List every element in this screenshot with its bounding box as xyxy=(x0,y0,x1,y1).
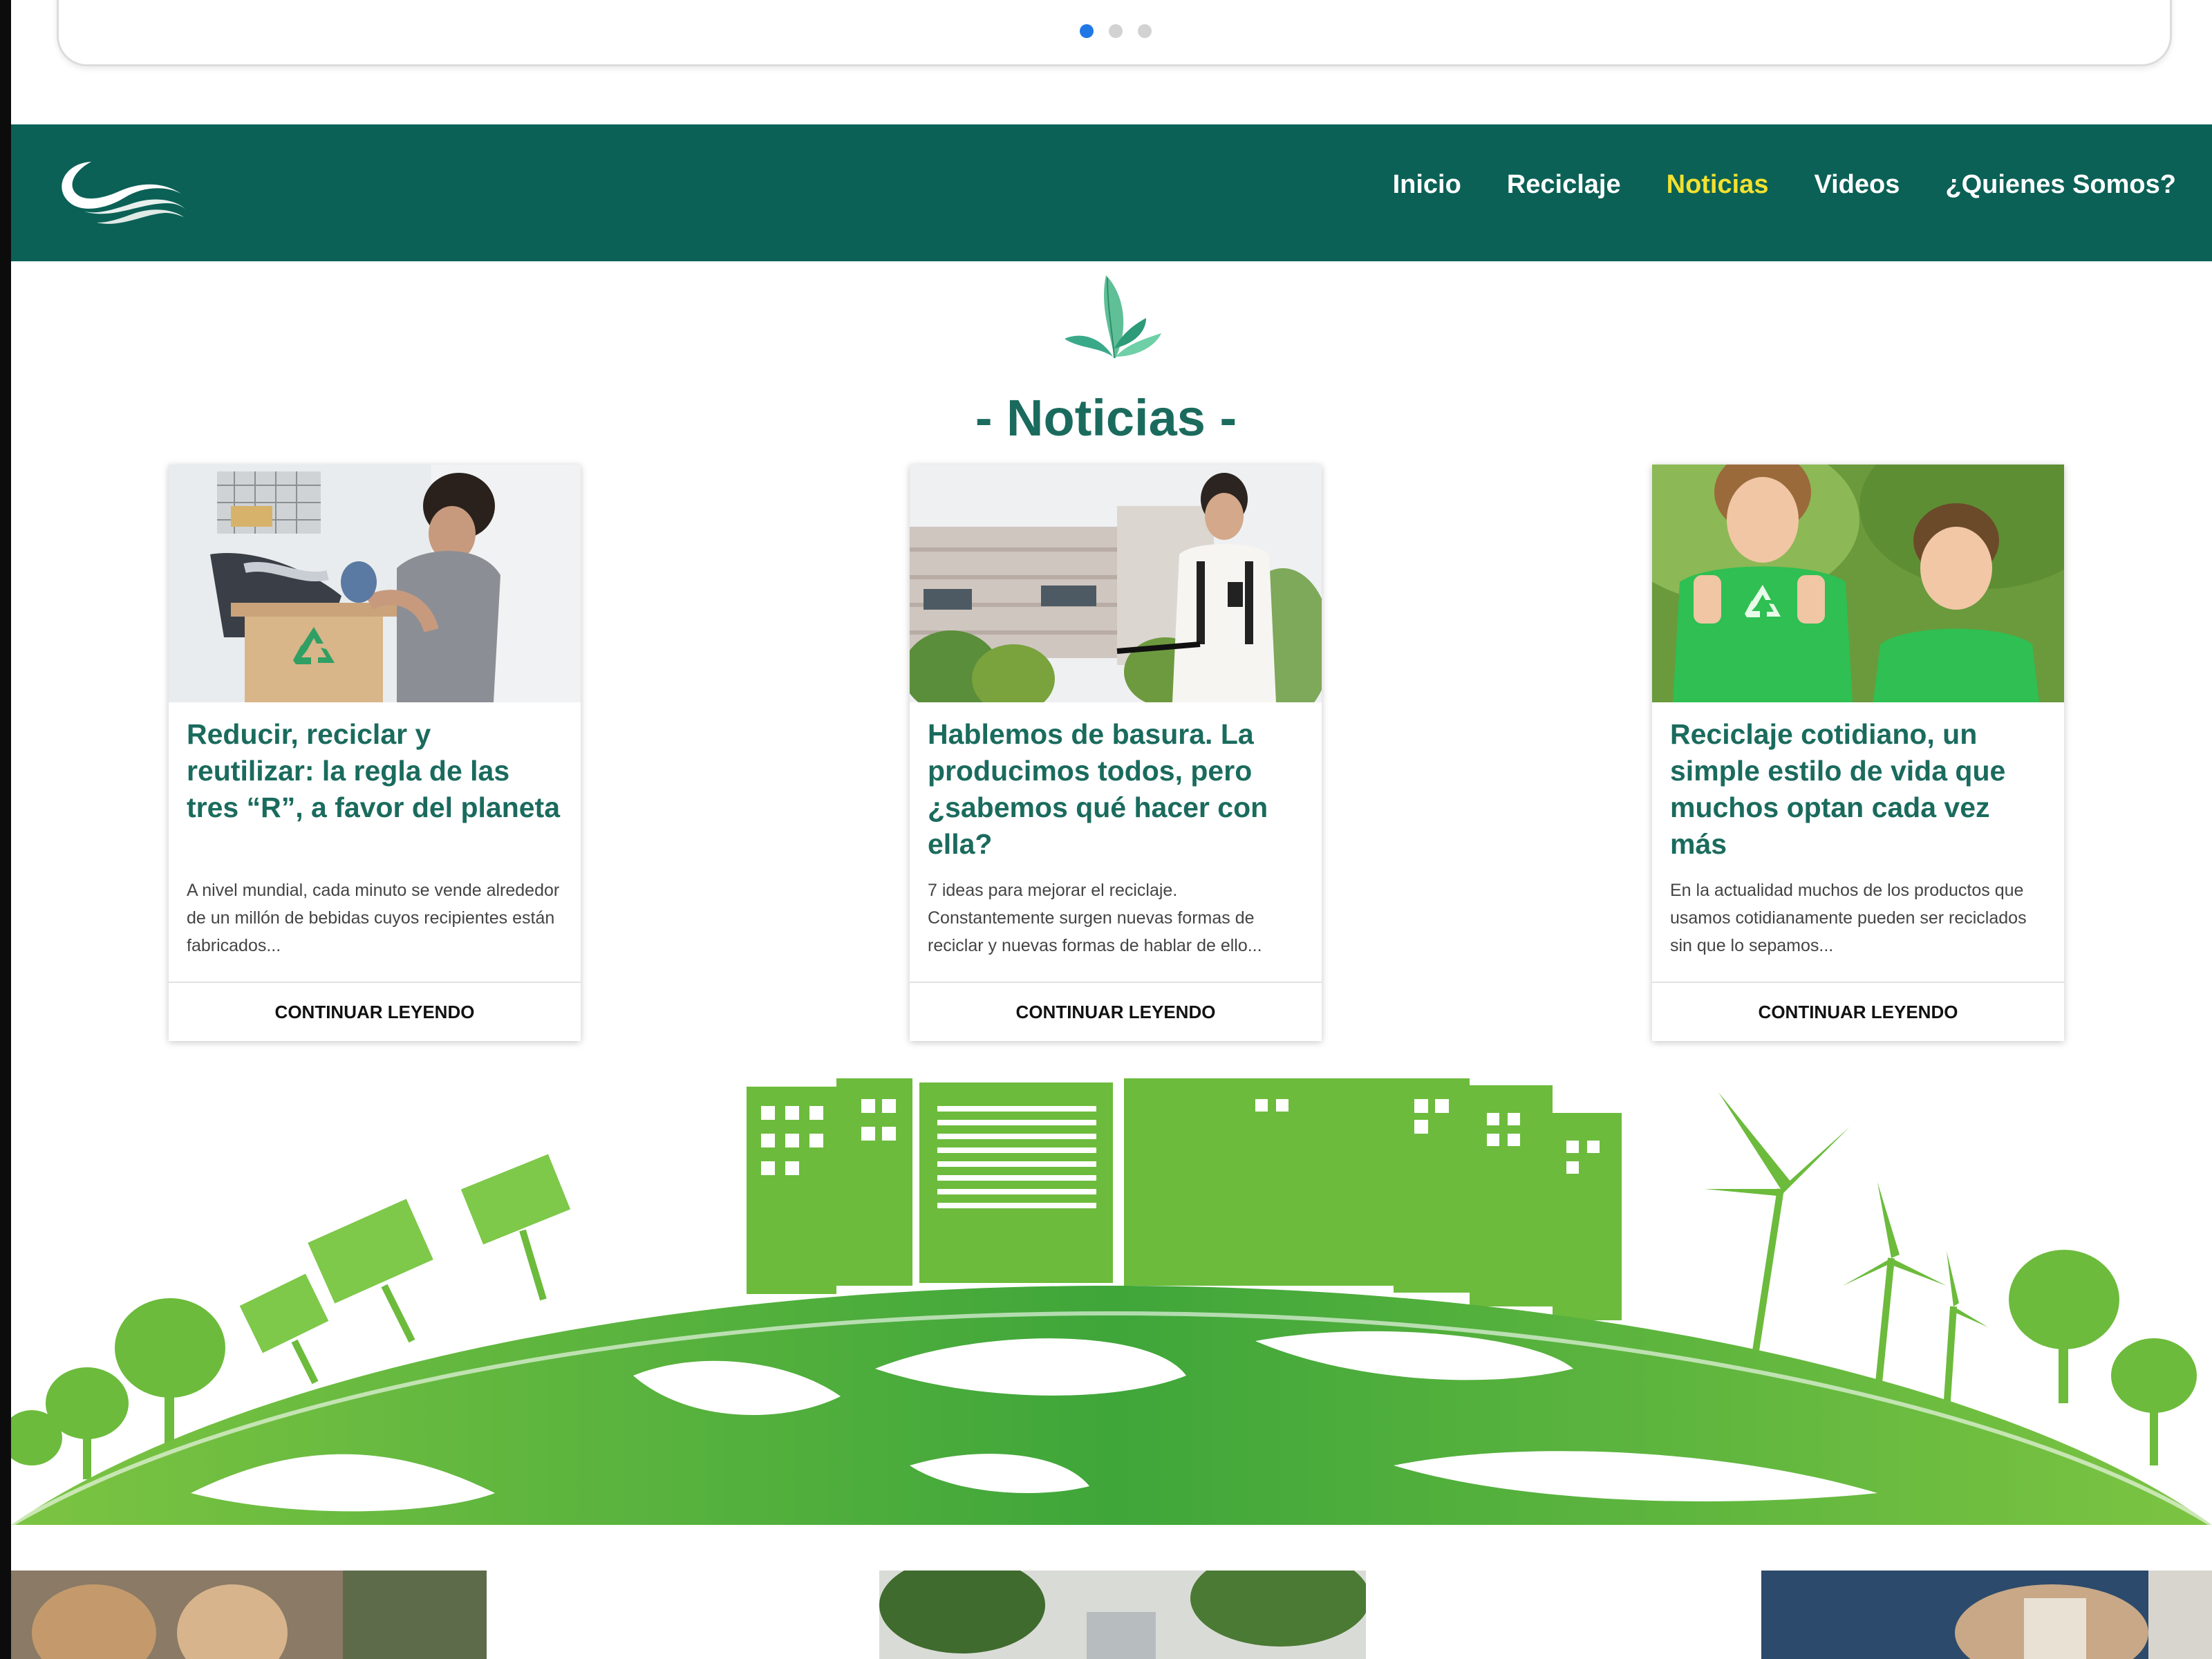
nav-noticias[interactable]: Noticias xyxy=(1667,170,1769,200)
card-excerpt: A nivel mundial, cada minuto se vende al… xyxy=(187,881,560,955)
leaf-icon xyxy=(1065,275,1161,359)
carousel-dot-1[interactable] xyxy=(1080,24,1094,38)
continue-reading-button[interactable]: CONTINUAR LEYENDO xyxy=(169,983,581,1041)
card-excerpt: 7 ideas para mejorar el reciclaje. Const… xyxy=(928,881,1262,955)
card-title[interactable]: Hablemos de basura. La producimos todos,… xyxy=(928,716,1301,863)
green-earth-city-illustration xyxy=(11,1078,2212,1525)
carousel-dot-2[interactable] xyxy=(1109,24,1123,38)
man-with-bicycle-image xyxy=(910,465,1322,702)
continue-reading-button[interactable]: CONTINUAR LEYENDO xyxy=(1652,983,2064,1041)
wave-logo[interactable] xyxy=(43,148,188,231)
carousel-indicators xyxy=(1080,24,1152,38)
section-title: - Noticias - xyxy=(975,389,1237,447)
card-excerpt: En la actualidad muchos de los productos… xyxy=(1670,881,2027,955)
nav-quienes-somos[interactable]: ¿Quienes Somos? xyxy=(1945,170,2176,200)
woman-recycling-box-image xyxy=(169,465,581,702)
nav-videos[interactable]: Videos xyxy=(1814,170,1900,200)
bottom-news-image-2 xyxy=(879,1571,1366,1659)
continue-reading-button[interactable]: CONTINUAR LEYENDO xyxy=(910,983,1322,1041)
news-card: Hablemos de basura. La producimos todos,… xyxy=(910,465,1322,1041)
kids-thumbs-up-image xyxy=(1652,465,2064,702)
window-edge xyxy=(0,0,11,1659)
card-title[interactable]: Reciclaje cotidiano, un simple estilo de… xyxy=(1670,716,2043,863)
navbar: Inicio Reciclaje Noticias Videos ¿Quiene… xyxy=(11,124,2212,261)
nav-inicio[interactable]: Inicio xyxy=(1393,170,1461,200)
news-card: Reciclaje cotidiano, un simple estilo de… xyxy=(1652,465,2064,1041)
carousel-dot-3[interactable] xyxy=(1138,24,1152,38)
bottom-news-image-3 xyxy=(1761,1571,2212,1659)
card-title[interactable]: Reducir, reciclar y reutilizar: la regla… xyxy=(187,716,560,826)
news-card: Reducir, reciclar y reutilizar: la regla… xyxy=(169,465,581,1041)
bottom-news-image-1 xyxy=(11,1571,487,1659)
nav-reciclaje[interactable]: Reciclaje xyxy=(1507,170,1621,200)
